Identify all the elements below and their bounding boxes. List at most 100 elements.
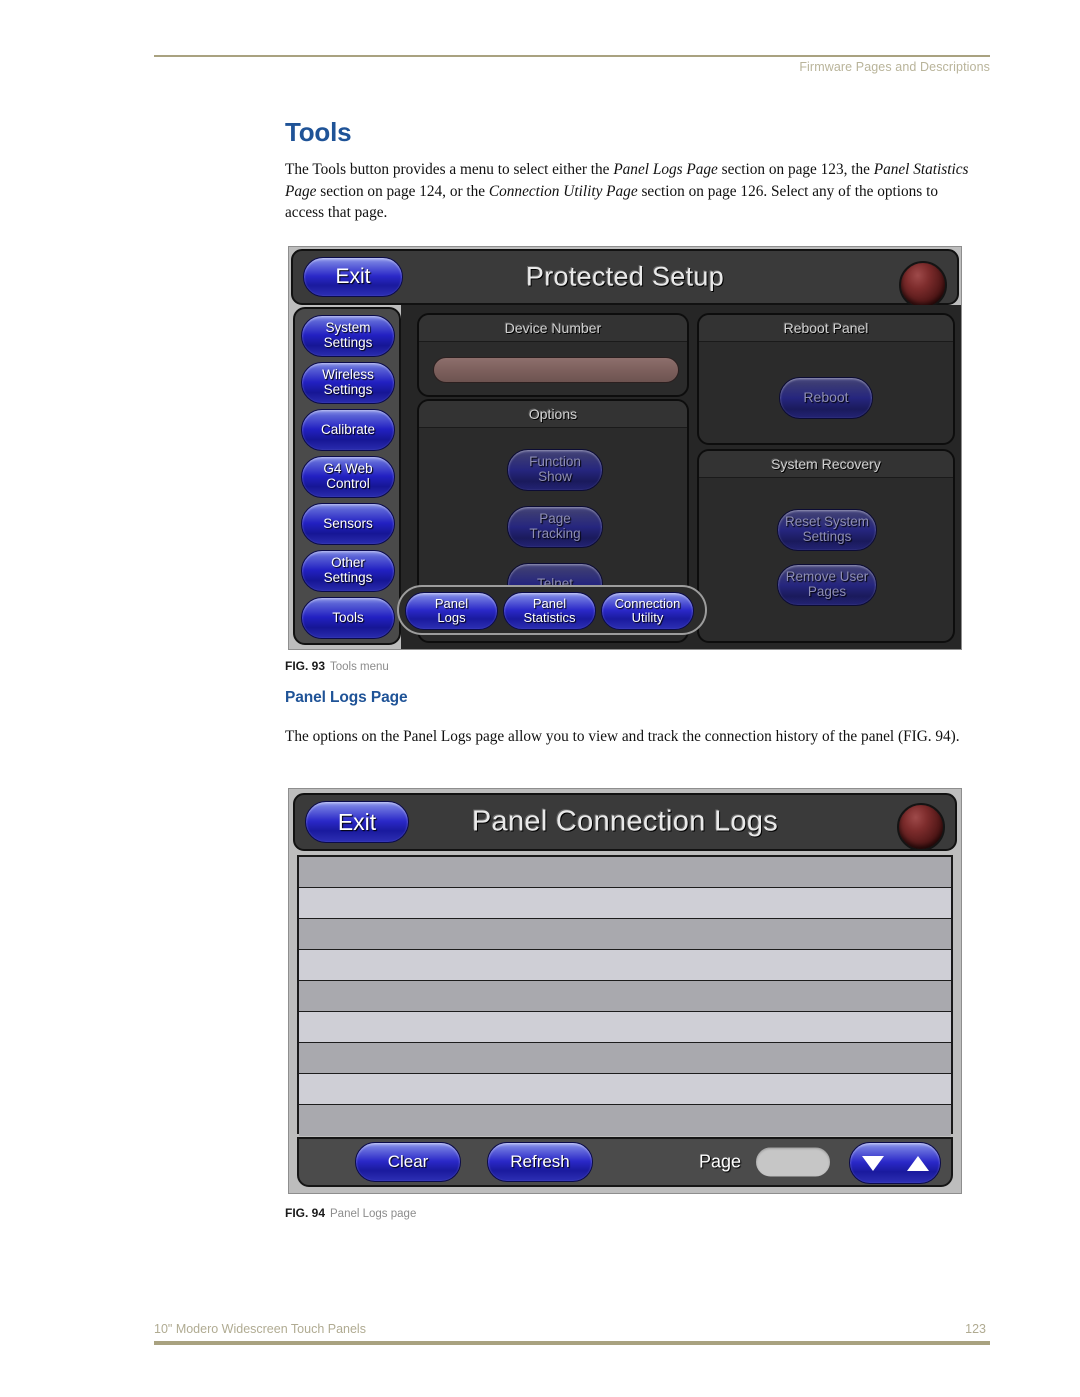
table-row[interactable] (299, 857, 951, 888)
table-row[interactable] (299, 888, 951, 919)
option-function-show-button[interactable]: Function Show (507, 449, 603, 491)
table-row[interactable] (299, 1074, 951, 1105)
sidebar-item-system-settings[interactable]: System Settings (301, 315, 395, 357)
document-page: Firmware Pages and Descriptions Tools Th… (0, 0, 1080, 1397)
figure-93-caption: FIG. 93 Tools menu (285, 659, 389, 673)
section-paragraph: The Tools button provides a menu to sele… (285, 159, 971, 224)
reboot-panel-title: Reboot Panel (699, 315, 953, 342)
reset-system-settings-button[interactable]: Reset System Settings (777, 509, 877, 551)
function-show-label-1: Function (529, 454, 581, 470)
table-row[interactable] (299, 981, 951, 1012)
footer-rule (154, 1341, 990, 1345)
table-row[interactable] (299, 950, 951, 981)
sidebar-label-system-1: System (325, 320, 371, 336)
table-row[interactable] (299, 1105, 951, 1136)
page-title: Tools (285, 117, 352, 147)
running-head: Firmware Pages and Descriptions (799, 60, 990, 74)
page-stepper[interactable] (849, 1142, 941, 1184)
sidebar-item-calibrate[interactable]: Calibrate (301, 409, 395, 451)
sidebar-item-wireless-settings[interactable]: Wireless Settings (301, 362, 395, 404)
device-number-input[interactable] (433, 357, 679, 383)
sidebar-label-g4web-2: Control (326, 476, 370, 491)
device-number-title: Device Number (419, 315, 687, 342)
tools-popup-panel-statistics-button[interactable]: Panel Statistics (503, 592, 596, 630)
options-title: Options (419, 401, 687, 428)
fig93-status-led-icon[interactable] (899, 261, 947, 309)
figure-93-caption-number: FIG. 93 (285, 659, 326, 673)
refresh-button[interactable]: Refresh (487, 1142, 593, 1182)
fig94-exit-label: Exit (337, 808, 377, 835)
tools-popup-menu: Panel Logs Panel Statistics Connection Util… (397, 585, 707, 635)
sidebar-label-tools: Tools (332, 609, 364, 625)
sidebar-label-sensors: Sensors (323, 515, 373, 531)
chevron-up-icon[interactable] (906, 1155, 929, 1171)
fig94-exit-button[interactable]: Exit (305, 801, 409, 843)
connection-utility-label-1: Connection (614, 595, 681, 611)
page-tracking-label-2: Tracking (529, 526, 581, 541)
connection-log-list[interactable] (297, 855, 953, 1136)
remove-user-label-2: Pages (807, 584, 847, 599)
reboot-label: Reboot (803, 389, 849, 406)
remove-user-label-1: Remove User (785, 569, 869, 585)
option-page-tracking-button[interactable]: Page Tracking (507, 506, 603, 548)
page-tracking-label-1: Page (539, 511, 571, 527)
fig93-sidebar-rail: System Settings Wireless Settings Calibrat… (293, 307, 401, 645)
fig93-exit-button[interactable]: Exit (303, 257, 403, 297)
table-row[interactable] (299, 1043, 951, 1074)
para-italic-1: Panel Logs Page (613, 161, 718, 178)
figure-94-caption-text: Panel Logs page (330, 1208, 417, 1220)
reset-system-label-2: Settings (802, 529, 852, 544)
sidebar-item-sensors[interactable]: Sensors (301, 503, 395, 545)
figure-93-tools-menu-screenshot: Protected Setup Exit System Settings Wire… (288, 246, 962, 650)
para-text-2: section on page 123, the (717, 161, 874, 178)
panel-logs-label-2: Logs (437, 610, 466, 625)
sidebar-item-g4-web-control[interactable]: G4 Web Control (301, 456, 395, 498)
footer-document-title: 10" Modero Widescreen Touch Panels (154, 1322, 366, 1336)
function-show-label-2: Show (538, 469, 572, 484)
system-recovery-title: System Recovery (699, 451, 953, 478)
tools-popup-connection-utility-button[interactable]: Connection Utility (601, 592, 694, 630)
tools-popup-panel-logs-button[interactable]: Panel Logs (405, 592, 498, 630)
figure-94-caption-number: FIG. 94 (285, 1206, 326, 1220)
panel-statistics-label-2: Statistics (523, 610, 576, 625)
device-number-group: Device Number (417, 313, 689, 397)
connection-utility-label-2: Utility (631, 610, 664, 625)
reboot-panel-group: Reboot Panel Reboot (697, 313, 955, 445)
refresh-label: Refresh (510, 1151, 570, 1171)
sidebar-label-g4web-1: G4 Web (323, 461, 373, 477)
reset-system-label-1: Reset System (784, 514, 870, 530)
figure-93-caption-text: Tools menu (330, 661, 389, 673)
para-text-3: section on page 124, or the (316, 182, 489, 200)
sidebar-label-wireless-2: Settings (323, 382, 373, 397)
table-row[interactable] (299, 1012, 951, 1043)
para-text-1: The Tools button provides a menu to sele… (285, 161, 614, 178)
log-footer-toolbar: Clear Refresh Page (297, 1137, 953, 1187)
sidebar-label-calibrate: Calibrate (320, 421, 376, 437)
system-recovery-group: System Recovery Reset System Settings Rem… (697, 449, 955, 643)
subsection-paragraph: The options on the Panel Logs page allow… (285, 728, 960, 745)
fig94-status-led-icon[interactable] (897, 803, 945, 851)
sidebar-label-wireless-1: Wireless (322, 367, 374, 383)
clear-label: Clear (387, 1151, 429, 1171)
fig93-exit-label: Exit (335, 264, 371, 288)
chevron-down-icon[interactable] (861, 1155, 884, 1171)
sidebar-label-system-2: Settings (323, 335, 373, 350)
page-number-input[interactable] (755, 1146, 831, 1178)
reboot-button[interactable]: Reboot (779, 377, 873, 419)
sidebar-item-other-settings[interactable]: Other Settings (301, 550, 395, 592)
panel-logs-label-1: Panel (434, 595, 469, 611)
page-label: Page (699, 1151, 742, 1172)
figure-94-caption: FIG. 94 Panel Logs page (285, 1206, 416, 1220)
clear-button[interactable]: Clear (355, 1142, 461, 1182)
panel-statistics-label-1: Panel (532, 595, 567, 611)
table-row[interactable] (299, 919, 951, 950)
para-italic-3: Connection Utility Page (488, 182, 638, 200)
sidebar-label-other-1: Other (331, 555, 365, 571)
sidebar-item-tools[interactable]: Tools (301, 597, 395, 639)
figure-94-panel-logs-screenshot: Panel Connection Logs Exit Clear Refresh (288, 788, 962, 1194)
header-rule (154, 55, 990, 57)
footer-page-number: 123 (965, 1322, 986, 1336)
subsection-title: Panel Logs Page (285, 689, 408, 706)
remove-user-pages-button[interactable]: Remove User Pages (777, 564, 877, 606)
sidebar-label-other-2: Settings (323, 570, 373, 585)
